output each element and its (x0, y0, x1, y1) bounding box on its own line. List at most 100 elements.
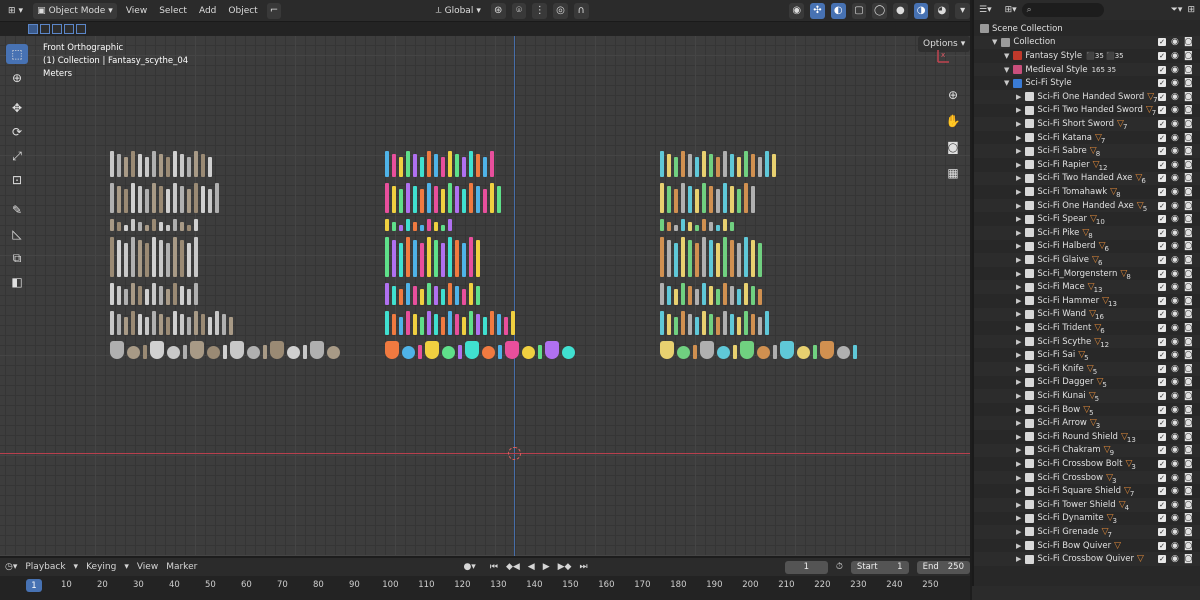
weapon-mesh[interactable] (462, 189, 466, 213)
weapon-mesh[interactable] (497, 186, 501, 213)
weapon-mesh[interactable] (110, 237, 114, 277)
exclude-checkbox[interactable]: ✓ (1158, 296, 1166, 305)
exclude-checkbox[interactable]: ✓ (1158, 79, 1166, 88)
render-camera-icon[interactable]: ◙ (1184, 296, 1193, 306)
weapon-mesh[interactable] (145, 189, 149, 213)
weapon-mesh[interactable] (194, 311, 198, 335)
weapon-mesh[interactable] (427, 237, 431, 277)
weapon-mesh[interactable] (455, 186, 459, 213)
weapon-mesh[interactable] (674, 157, 678, 177)
eye-icon[interactable]: ◉ (1171, 432, 1179, 442)
exclude-checkbox[interactable]: ✓ (1158, 391, 1166, 400)
weapon-mesh[interactable] (740, 341, 754, 359)
render-camera-icon[interactable]: ◙ (1184, 473, 1193, 483)
weapon-mesh[interactable] (229, 317, 233, 335)
weapon-mesh[interactable] (505, 341, 519, 359)
shading-material-icon[interactable]: ◑ (913, 2, 929, 19)
render-camera-icon[interactable]: ◙ (1184, 92, 1193, 102)
expand-arrow-icon[interactable]: ▶ (1016, 215, 1021, 223)
weapon-mesh[interactable] (751, 154, 755, 177)
outliner-row[interactable]: ▶ Sci-Fi Glaive ▽ 6 ✓ ◉ ◙ (974, 253, 1200, 267)
eye-icon[interactable]: ◉ (1171, 486, 1179, 496)
render-camera-icon[interactable]: ◙ (1184, 391, 1193, 401)
weapon-mesh[interactable] (413, 186, 417, 213)
expand-arrow-icon[interactable]: ▶ (1016, 419, 1021, 427)
weapon-mesh[interactable] (504, 317, 508, 335)
exclude-checkbox[interactable]: ✓ (1158, 106, 1166, 115)
expand-arrow-icon[interactable]: ▶ (1016, 283, 1021, 291)
weapon-mesh[interactable] (187, 189, 191, 213)
weapon-mesh[interactable] (702, 237, 706, 277)
exclude-checkbox[interactable]: ✓ (1158, 283, 1166, 292)
expand-arrow-icon[interactable]: ▶ (1016, 433, 1021, 441)
mode-dropdown[interactable]: ▣ Object Mode ▾ (33, 2, 117, 19)
menu-timeline-view[interactable]: View (137, 562, 158, 572)
measure-tool-icon[interactable]: ◺ (6, 224, 28, 244)
expand-arrow-icon[interactable]: ▶ (1016, 270, 1021, 278)
select-intersect-icon[interactable] (76, 24, 86, 34)
weapon-mesh[interactable] (667, 222, 671, 231)
expand-arrow-icon[interactable]: ▶ (1016, 120, 1021, 128)
weapon-mesh[interactable] (716, 243, 720, 277)
weapon-mesh[interactable] (667, 314, 671, 335)
weapon-mesh[interactable] (131, 283, 135, 305)
prev-keyframe-icon[interactable]: ◆◀ (506, 562, 520, 572)
outliner-row[interactable]: Scene Collection (974, 22, 1200, 36)
weapon-mesh[interactable] (709, 154, 713, 177)
weapon-mesh[interactable] (476, 154, 480, 177)
weapon-mesh[interactable] (688, 186, 692, 213)
play-icon[interactable]: ▶ (543, 562, 550, 572)
expand-arrow-icon[interactable]: ▶ (1016, 542, 1021, 550)
eye-icon[interactable]: ◉ (1171, 228, 1179, 238)
weapon-mesh[interactable] (406, 183, 410, 213)
weapon-mesh[interactable] (303, 345, 307, 359)
weapon-mesh[interactable] (166, 317, 170, 335)
weapon-mesh[interactable] (441, 225, 445, 231)
weapon-mesh[interactable] (730, 222, 734, 231)
weapon-mesh[interactable] (418, 345, 422, 359)
weapon-mesh[interactable] (695, 243, 699, 277)
weapon-mesh[interactable] (427, 151, 431, 177)
render-camera-icon[interactable]: ◙ (1184, 105, 1193, 115)
weapon-mesh[interactable] (159, 240, 163, 277)
shading-rendered-icon[interactable]: ◕ (934, 2, 950, 19)
weapon-mesh[interactable] (476, 186, 480, 213)
weapon-mesh[interactable] (660, 219, 664, 231)
weapon-mesh[interactable] (190, 341, 204, 359)
eye-icon[interactable]: ◉ (1171, 119, 1179, 129)
exclude-checkbox[interactable]: ✓ (1158, 405, 1166, 414)
weapon-mesh[interactable] (667, 186, 671, 213)
weapon-mesh[interactable] (758, 243, 762, 277)
weapon-mesh[interactable] (723, 151, 727, 177)
weapon-mesh[interactable] (117, 222, 121, 231)
weapon-mesh[interactable] (385, 311, 389, 335)
weapon-mesh[interactable] (180, 154, 184, 177)
outliner-row[interactable]: ▶ Sci-Fi Pike ▽ 8 ✓ ◉ ◙ (974, 226, 1200, 240)
weapon-mesh[interactable] (511, 311, 515, 335)
render-camera-icon[interactable]: ◙ (1184, 405, 1193, 415)
weapon-mesh[interactable] (730, 286, 734, 305)
weapon-mesh[interactable] (702, 219, 706, 231)
weapon-mesh[interactable] (469, 283, 473, 305)
exclude-checkbox[interactable]: ✓ (1158, 514, 1166, 523)
expand-arrow-icon[interactable]: ▼ (992, 38, 997, 46)
weapon-mesh[interactable] (674, 289, 678, 305)
weapon-mesh[interactable] (187, 157, 191, 177)
weapon-mesh[interactable] (751, 286, 755, 305)
weapon-mesh[interactable] (138, 186, 142, 213)
menu-marker[interactable]: Marker (166, 562, 197, 572)
select-subtract-icon[interactable] (52, 24, 62, 34)
editor-type-button[interactable]: ⊞ ▾ (4, 3, 27, 19)
weapon-mesh[interactable] (681, 311, 685, 335)
weapon-mesh[interactable] (138, 286, 142, 305)
weapon-mesh[interactable] (138, 314, 142, 335)
eye-icon[interactable]: ◉ (1171, 309, 1179, 319)
weapon-mesh[interactable] (702, 283, 706, 305)
eye-icon[interactable]: ◉ (1171, 473, 1179, 483)
exclude-checkbox[interactable]: ✓ (1158, 187, 1166, 196)
render-camera-icon[interactable]: ◙ (1184, 364, 1193, 374)
render-camera-icon[interactable]: ◙ (1184, 78, 1193, 88)
weapon-mesh[interactable] (327, 346, 340, 359)
weapon-mesh[interactable] (497, 314, 501, 335)
render-camera-icon[interactable]: ◙ (1184, 418, 1193, 428)
